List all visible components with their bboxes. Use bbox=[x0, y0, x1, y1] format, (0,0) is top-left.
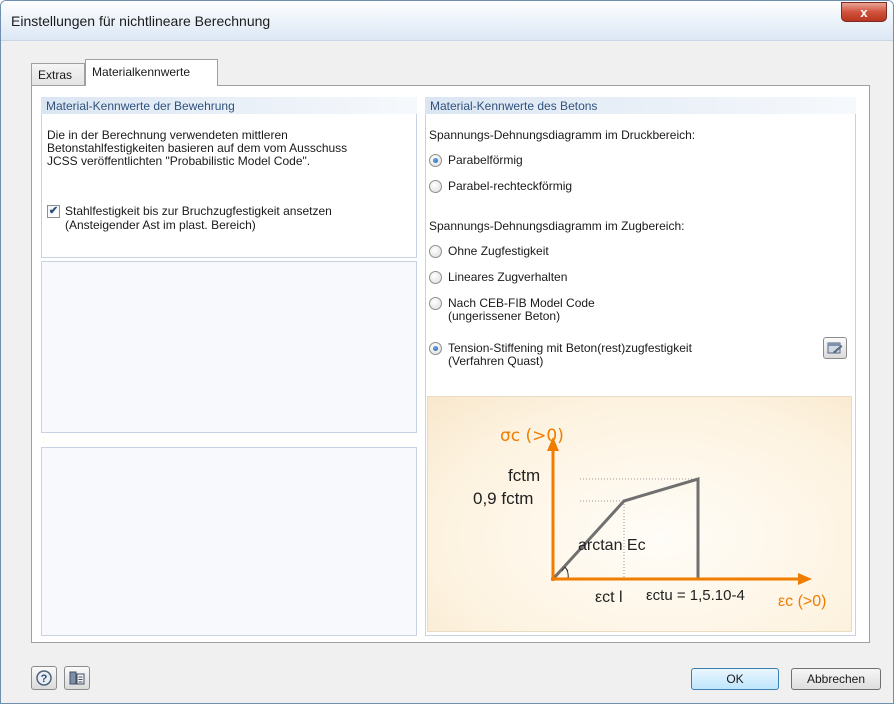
radio-parabelfoermig[interactable] bbox=[429, 154, 442, 167]
tension-label: Spannungs-Dehnungsdiagramm im Zugbereich… bbox=[429, 219, 685, 233]
tab-panel: Material-Kennwerte der Bewehrung Die in … bbox=[31, 85, 870, 643]
tab-extras[interactable]: Extras bbox=[31, 63, 85, 85]
radio-label: Parabelförmig bbox=[448, 153, 523, 167]
fctm09-label: 0,9 fctm bbox=[473, 489, 534, 508]
close-button[interactable]: x bbox=[841, 2, 887, 22]
stress-strain-diagram: σc (>0) fctm 0,9 fctm arctan Ec εct l εc… bbox=[427, 396, 852, 632]
x-axis-label: εc (>0) bbox=[778, 593, 827, 610]
tab-materialkennwerte[interactable]: Materialkennwerte bbox=[85, 59, 218, 86]
radio-sublabel: (ungerissener Beton) bbox=[448, 309, 561, 323]
help-button[interactable]: ? bbox=[31, 666, 57, 690]
ectu-label: εctu = 1,5.10-4 bbox=[646, 587, 745, 604]
radio-tension-stiffening[interactable] bbox=[429, 342, 442, 355]
steel-strength-label: Stahlfestigkeit bis zur Bruchzugfestigke… bbox=[65, 204, 332, 218]
radio-ohne-zugfestigkeit[interactable] bbox=[429, 245, 442, 258]
reinforcement-description-line: JCSS veröffentlichten "Probabilistic Mod… bbox=[47, 154, 311, 168]
fctm-label: fctm bbox=[508, 466, 541, 485]
radio-sublabel: (Verfahren Quast) bbox=[448, 354, 544, 368]
reinforcement-group: Material-Kennwerte der Bewehrung bbox=[41, 97, 417, 258]
empty-panel-upper bbox=[41, 261, 417, 433]
concrete-header: Material-Kennwerte des Betons bbox=[425, 97, 856, 114]
cancel-button[interactable]: Abbrechen bbox=[791, 668, 881, 690]
window-title: Einstellungen für nichtlineare Berechnun… bbox=[11, 13, 271, 29]
close-icon: x bbox=[860, 4, 868, 20]
dialog-window: Einstellungen für nichtlineare Berechnun… bbox=[0, 0, 894, 704]
radio-label: Ohne Zugfestigkeit bbox=[448, 244, 549, 258]
tension-stiffening-curve bbox=[551, 476, 700, 581]
radio-parabel-rechteck[interactable] bbox=[429, 180, 442, 193]
svg-text:?: ? bbox=[41, 673, 48, 685]
info-icon bbox=[69, 671, 85, 685]
help-icon: ? bbox=[36, 670, 52, 686]
radio-label: Parabel-rechteckförmig bbox=[448, 179, 573, 193]
empty-panel-lower bbox=[41, 447, 417, 636]
tab-label: Extras bbox=[38, 68, 73, 82]
compression-label: Spannungs-Dehnungsdiagramm im Druckberei… bbox=[429, 128, 696, 142]
title-bar: Einstellungen für nichtlineare Berechnun… bbox=[1, 1, 893, 41]
radio-ceb-fib[interactable] bbox=[429, 297, 442, 310]
slope-label: arctan Ec bbox=[578, 537, 646, 554]
ok-button[interactable]: OK bbox=[691, 668, 779, 690]
steel-strength-checkbox[interactable]: ✔ bbox=[47, 205, 60, 218]
ect-label: εct l bbox=[595, 589, 623, 606]
reinforcement-header: Material-Kennwerte der Bewehrung bbox=[41, 97, 417, 114]
radio-label: Lineares Zugverhalten bbox=[448, 270, 568, 284]
steel-strength-sublabel: (Ansteigender Ast im plast. Bereich) bbox=[65, 218, 256, 232]
edit-settings-icon bbox=[827, 342, 843, 354]
info-button[interactable] bbox=[64, 666, 90, 690]
radio-lineares-zugverhalten[interactable] bbox=[429, 271, 442, 284]
tension-settings-button[interactable] bbox=[823, 337, 847, 359]
y-axis-label: σc (>0) bbox=[500, 426, 564, 446]
tab-label: Materialkennwerte bbox=[92, 65, 191, 79]
